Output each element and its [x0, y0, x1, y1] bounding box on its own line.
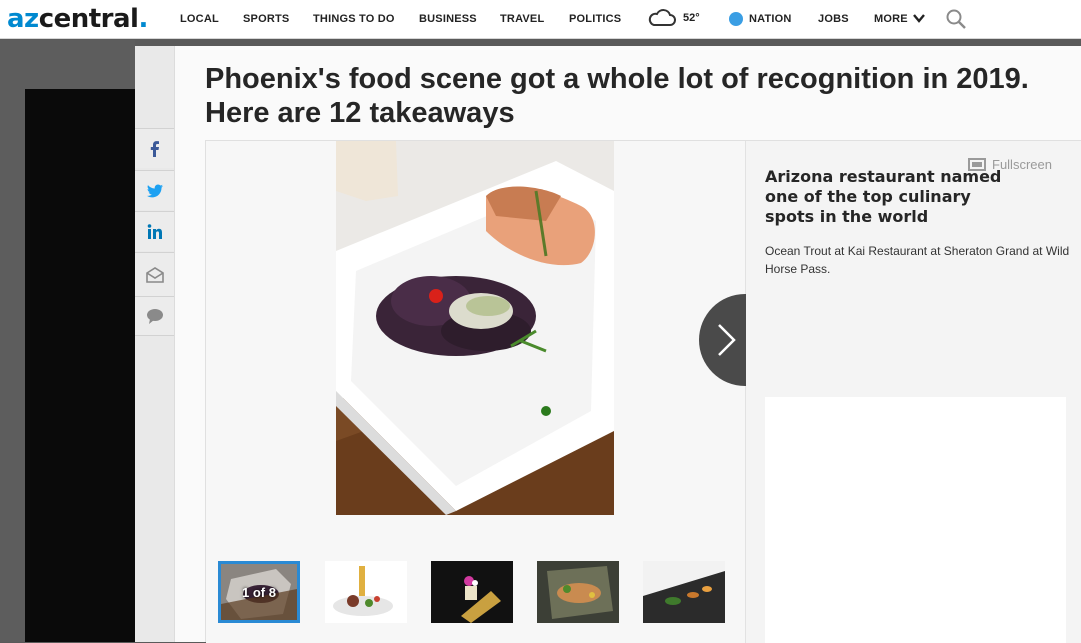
- weather-temp: 52°: [683, 12, 700, 24]
- photo-gallery: 1 of 8 Fullscreen Arizona restaurant nam…: [205, 140, 1081, 643]
- thumbnail-5[interactable]: [643, 561, 725, 623]
- ocean-trout-dish-image: [336, 141, 614, 515]
- thumbnail-4-image: [537, 561, 619, 623]
- weather-widget[interactable]: 52°: [647, 8, 700, 28]
- slide-counter: 1 of 8: [242, 584, 276, 600]
- share-linkedin-button[interactable]: [135, 211, 174, 251]
- share-rail: [135, 46, 175, 642]
- thumbnail-strip: 1 of 8: [218, 561, 738, 625]
- thumbnail-5-image: [643, 561, 725, 623]
- nav-jobs[interactable]: JOBS: [818, 13, 849, 25]
- share-facebook-button[interactable]: [135, 128, 174, 168]
- top-navigation: azcentral. LOCAL SPORTS THINGS TO DO BUS…: [0, 0, 1081, 39]
- comment-icon: [146, 309, 163, 324]
- thumbnail-2-image: [325, 561, 407, 623]
- facebook-icon: [150, 140, 159, 157]
- nav-politics[interactable]: POLITICS: [569, 13, 621, 25]
- cloud-icon: [648, 9, 676, 26]
- thumbnail-3[interactable]: [431, 561, 513, 623]
- comment-button[interactable]: [135, 296, 174, 336]
- nav-nation[interactable]: NATION: [749, 13, 792, 25]
- nav-things-to-do[interactable]: THINGS TO DO: [313, 13, 395, 25]
- gallery-photo[interactable]: [336, 141, 614, 515]
- nav-sports[interactable]: SPORTS: [243, 13, 289, 25]
- nav-business[interactable]: BUSINESS: [419, 13, 477, 25]
- chevron-right-icon: [717, 324, 736, 356]
- nav-travel[interactable]: TRAVEL: [500, 13, 544, 25]
- nav-local[interactable]: LOCAL: [180, 13, 219, 25]
- caption-title: Arizona restaurant named one of the top …: [765, 167, 1002, 226]
- nation-dot-icon: [729, 12, 743, 26]
- caption-text: Ocean Trout at Kai Restaurant at Sherato…: [765, 244, 1070, 276]
- search-icon[interactable]: [945, 8, 967, 30]
- email-icon: [145, 266, 164, 283]
- next-slide-button[interactable]: [699, 294, 746, 386]
- video-panel: [25, 89, 135, 642]
- share-twitter-button[interactable]: [135, 170, 174, 210]
- thumbnail-4[interactable]: [537, 561, 619, 623]
- linkedin-icon: [147, 223, 162, 239]
- article-headline: Phoenix's food scene got a whole lot of …: [205, 63, 1029, 129]
- twitter-icon: [146, 184, 163, 197]
- thumbnail-2[interactable]: [325, 561, 407, 623]
- share-email-button[interactable]: [135, 252, 174, 296]
- advertisement-slot: [765, 397, 1066, 643]
- thumbnail-1[interactable]: 1 of 8: [218, 561, 300, 623]
- thumbnail-3-image: [431, 561, 513, 623]
- nav-more[interactable]: MORE: [874, 13, 908, 25]
- chevron-down-icon[interactable]: [912, 11, 926, 25]
- article-main: Phoenix's food scene got a whole lot of …: [175, 46, 1081, 643]
- azcentral-logo[interactable]: azcentral.: [7, 2, 148, 36]
- gallery-stage: 1 of 8: [206, 141, 746, 643]
- gallery-caption-panel: Fullscreen Arizona restaurant named one …: [746, 141, 1081, 643]
